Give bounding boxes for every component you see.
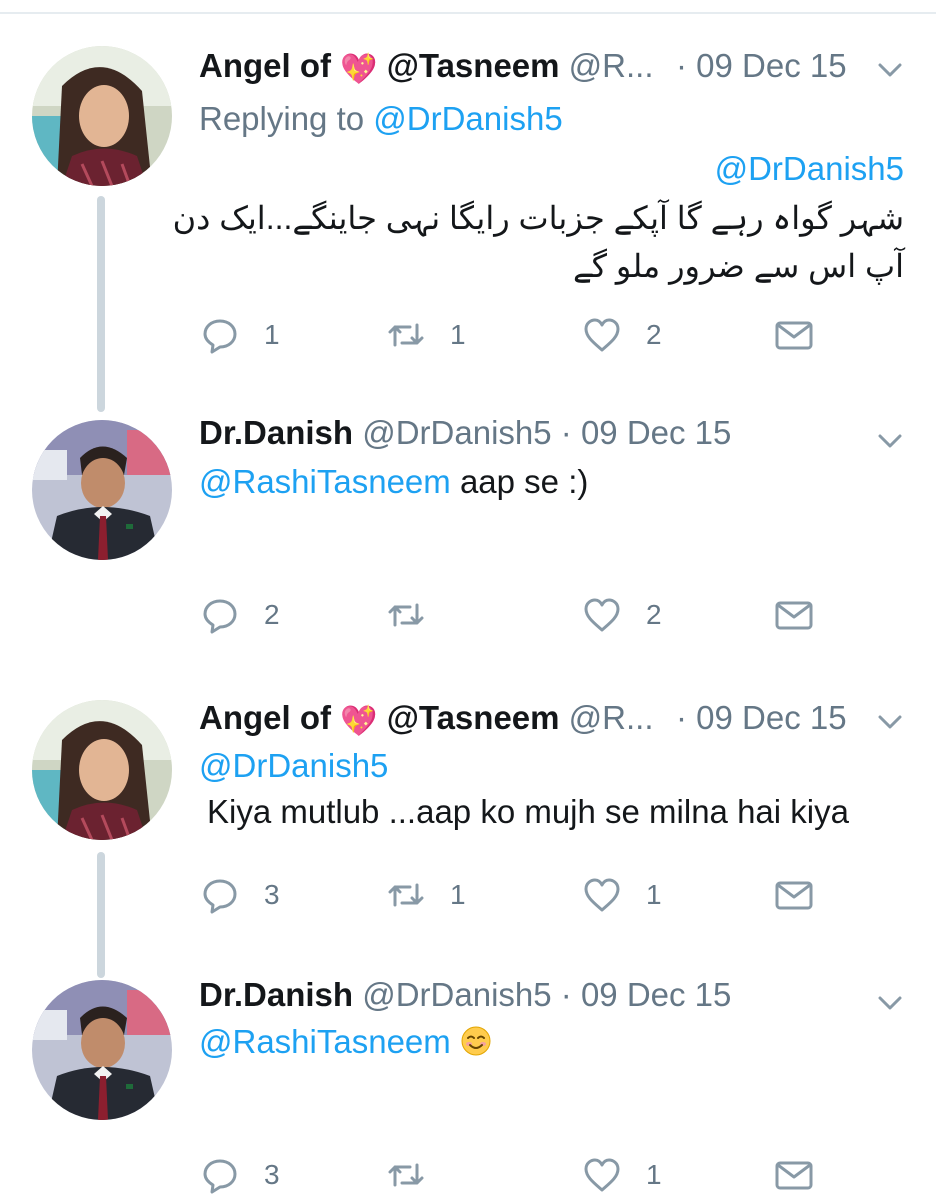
mention-link[interactable]: @DrDanish5 [199, 746, 388, 786]
mention-link[interactable]: @RashiTasneem [199, 1023, 451, 1060]
tweet-text: Kiya mutlub ...aap ko mujh se milna hai … [207, 793, 849, 830]
retweet-icon [388, 883, 424, 907]
thread-line [97, 852, 105, 978]
envelope-icon [775, 1161, 813, 1190]
tweet-date[interactable]: · 09 Dec 15 [676, 698, 847, 738]
reply-button[interactable]: 3 [200, 875, 280, 915]
tweet-date[interactable]: · 09 Dec 15 [561, 414, 732, 451]
retweet-count: 1 [450, 879, 466, 910]
like-button[interactable]: 1 [582, 875, 662, 915]
reply-count: 2 [264, 599, 280, 630]
like-count: 2 [646, 319, 662, 350]
tweet-date[interactable]: · 09 Dec 15 [676, 46, 847, 86]
display-name[interactable]: Angel of [199, 47, 331, 84]
chevron-down-icon[interactable] [872, 423, 908, 459]
heart-icon [584, 878, 620, 912]
user-handle[interactable]: @R... [569, 699, 654, 736]
reply-button[interactable]: 2 [200, 595, 280, 635]
replying-to-handle[interactable]: @DrDanish5 [373, 100, 562, 137]
reply-icon [203, 879, 237, 914]
tweet-text: شہر گواہ رہے گا آپکے جزبات رایگا نہی جای… [172, 200, 904, 236]
chevron-down-icon[interactable] [872, 985, 908, 1021]
user-handle[interactable]: @DrDanish5 [362, 976, 551, 1013]
display-name[interactable]: Angel of [199, 699, 331, 736]
reply-button[interactable]: 3 [200, 1155, 280, 1195]
chevron-down-icon[interactable] [872, 704, 908, 740]
retweet-icon [388, 1163, 424, 1187]
reply-icon [203, 1159, 237, 1194]
retweet-count: 1 [450, 319, 466, 350]
like-button[interactable]: 2 [582, 595, 662, 635]
reply-icon [203, 319, 237, 354]
smiling-face-emoji [461, 1026, 491, 1056]
user-handle[interactable]: @DrDanish5 [362, 414, 551, 451]
chevron-down-icon[interactable] [872, 52, 908, 88]
like-count: 1 [646, 1159, 662, 1190]
avatar[interactable] [32, 46, 172, 186]
tweet-text: @RashiTasneem [199, 1022, 492, 1062]
tweet-body: aap se :) [459, 463, 589, 500]
like-button[interactable]: 1 [582, 1155, 662, 1195]
retweet-icon [388, 323, 424, 347]
heart-icon [584, 1158, 620, 1192]
direct-message-button[interactable] [774, 875, 814, 915]
envelope-icon [775, 881, 813, 910]
reply-count: 3 [264, 879, 280, 910]
direct-message-button[interactable] [774, 315, 814, 355]
tweet-header: Angel of 💖 @Tasneem @R... [199, 698, 654, 742]
reply-count: 1 [264, 319, 280, 350]
reply-count: 3 [264, 1159, 280, 1190]
avatar[interactable] [32, 980, 172, 1120]
retweet-button[interactable] [386, 1155, 450, 1195]
tweet-header: Angel of 💖 @Tasneem @R... [199, 46, 654, 90]
envelope-icon [775, 321, 813, 350]
avatar[interactable] [32, 700, 172, 840]
replying-to-label: Replying to [199, 100, 365, 137]
mention-link[interactable]: @RashiTasneem [199, 463, 451, 500]
heart-icon [584, 598, 620, 632]
direct-message-button[interactable] [774, 595, 814, 635]
mention-link[interactable]: @DrDanish5 [715, 149, 904, 189]
avatar[interactable] [32, 420, 172, 560]
retweet-button[interactable]: 1 [386, 315, 466, 355]
display-name-suffix[interactable]: @Tasneem [387, 699, 560, 736]
like-count: 2 [646, 599, 662, 630]
display-name-suffix[interactable]: @Tasneem [387, 47, 560, 84]
heart-icon [584, 318, 620, 352]
display-name[interactable]: Dr.Danish [199, 976, 353, 1013]
retweet-button[interactable]: 1 [386, 875, 466, 915]
retweet-icon [388, 603, 424, 627]
direct-message-button[interactable] [774, 1155, 814, 1195]
like-count: 1 [646, 879, 662, 910]
tweet-header: Dr.Danish @DrDanish5 · 09 Dec 15 [199, 413, 731, 453]
thread-line [97, 196, 105, 412]
tweet-date[interactable]: · 09 Dec 15 [561, 976, 732, 1013]
reply-icon [203, 599, 237, 634]
envelope-icon [775, 601, 813, 630]
top-divider [0, 12, 936, 14]
display-name[interactable]: Dr.Danish [199, 414, 353, 451]
tweet-text: @RashiTasneem aap se :) [199, 462, 588, 502]
like-button[interactable]: 2 [582, 315, 662, 355]
reply-button[interactable]: 1 [200, 315, 280, 355]
sparkling-heart-icon: 💖 [340, 705, 378, 738]
tweet-text: آپ اس سے ضرور ملو گے [573, 248, 904, 284]
sparkling-heart-icon: 💖 [340, 53, 378, 86]
retweet-button[interactable] [386, 595, 450, 635]
tweet-header: Dr.Danish @DrDanish5 · 09 Dec 15 [199, 975, 731, 1015]
replying-to: Replying to @DrDanish5 [199, 99, 563, 139]
user-handle[interactable]: @R... [569, 47, 654, 84]
